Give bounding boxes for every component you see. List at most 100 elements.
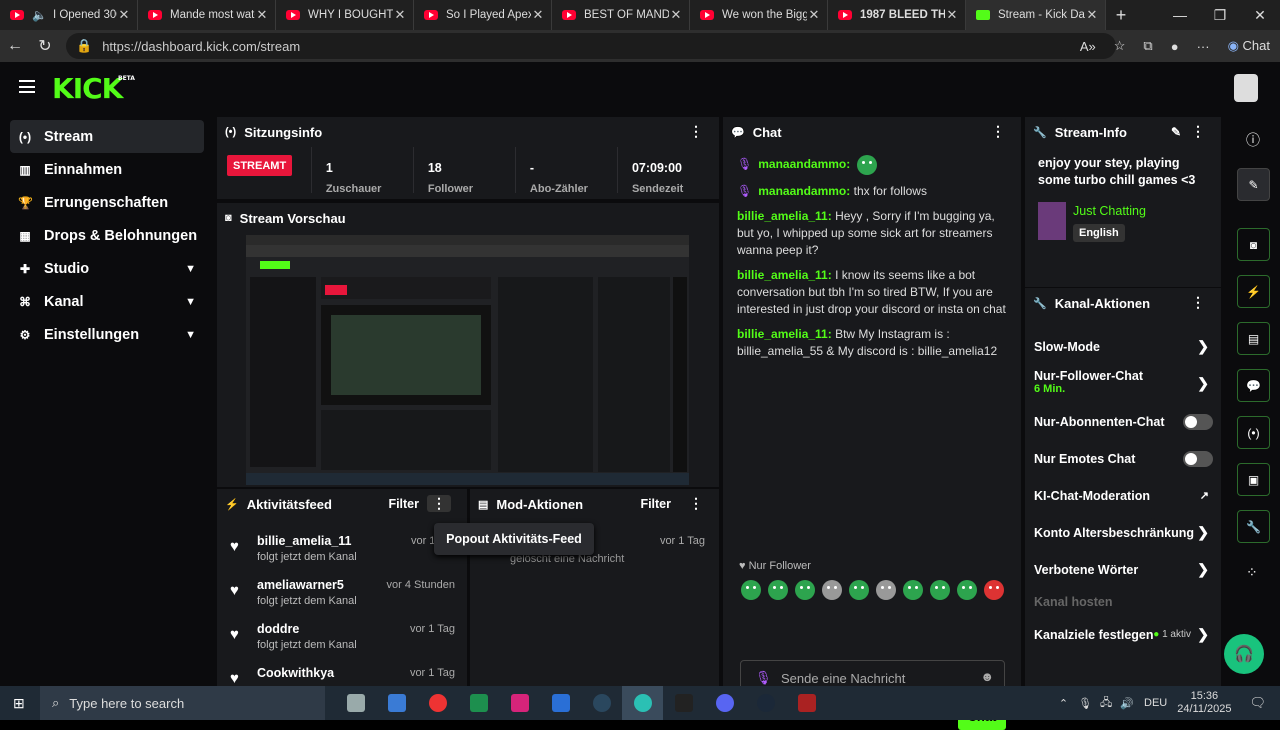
list-item[interactable]: ♥ ameliawarner5 folgt jetzt dem Kanal vor 4…	[217, 571, 467, 615]
steam-icon[interactable]	[745, 686, 786, 720]
emote-icon[interactable]	[848, 580, 869, 600]
filter-button[interactable]: Filter	[388, 497, 419, 511]
favorite-star-icon[interactable]: ☆	[1114, 38, 1126, 54]
close-window-icon[interactable]: ✕	[1240, 0, 1280, 30]
taskbar-search[interactable]: ⌕ Type here to search	[40, 686, 325, 720]
more-options-icon[interactable]: ⋮	[427, 495, 451, 512]
document-icon[interactable]: ▤	[1237, 322, 1270, 355]
read-aloud-icon[interactable]: A»	[1080, 39, 1096, 54]
sidebar-item-einnahmen[interactable]: ▥ Einnahmen	[10, 153, 204, 186]
chat-username[interactable]: manaandammo:	[758, 157, 850, 171]
steam-icon[interactable]	[581, 686, 622, 720]
category-link[interactable]: Just Chatting	[1073, 204, 1146, 218]
chat-username[interactable]: billie_amelia_11:	[737, 209, 832, 223]
spreadsheet-icon[interactable]	[458, 686, 499, 720]
language-indicator[interactable]: DEU	[1144, 697, 1167, 709]
emoji-icon[interactable]: ☻	[980, 669, 994, 684]
bolt-icon[interactable]: ⚡	[1237, 275, 1270, 308]
mail-icon[interactable]	[540, 686, 581, 720]
sidebar-item-kanal[interactable]: ⌘ Kanal ▼	[10, 285, 204, 318]
more-options-icon[interactable]: ⋮	[689, 495, 703, 512]
emote-icon[interactable]	[794, 580, 815, 600]
sidebar-item-stream[interactable]: (•) Stream	[10, 120, 204, 153]
emote-icon[interactable]	[902, 580, 923, 600]
follower-chat-row[interactable]: Nur-Follower-Chat 6 Min. ❯	[1025, 365, 1221, 403]
speaker-icon[interactable]: 🔈	[32, 8, 47, 22]
video-icon[interactable]: ▣	[1237, 463, 1270, 496]
minimize-icon[interactable]: —	[1160, 0, 1200, 30]
profile-icon[interactable]: ●	[1171, 39, 1179, 54]
list-item[interactable]: ♥ Cookwithkya vor 1 Tag	[217, 659, 467, 686]
chat-bubble-icon[interactable]: 💬	[1237, 369, 1270, 402]
more-options-icon[interactable]: ⋮	[1191, 123, 1205, 140]
more-options-icon[interactable]: ⋮	[689, 123, 703, 140]
close-tab-icon[interactable]: ✕	[807, 7, 821, 23]
popout-tooltip[interactable]: Popout Aktivitäts-Feed	[434, 523, 594, 555]
browser-tab[interactable]: So I Played Apex Le✕	[414, 0, 552, 30]
browser-tab-active[interactable]: Stream - Kick Dashb✕	[966, 0, 1106, 30]
sidebar-item-errungenschaften[interactable]: 🏆 Errungenschaften	[10, 186, 204, 219]
mic-icon[interactable]: 🎙	[1078, 697, 1092, 710]
chat-username[interactable]: billie_amelia_11:	[737, 327, 832, 341]
edge-icon[interactable]	[622, 686, 663, 720]
more-options-icon[interactable]: ⋮	[1191, 294, 1205, 311]
clock[interactable]: 15:36 24/11/2025	[1177, 690, 1231, 716]
task-view-icon[interactable]	[335, 686, 376, 720]
close-tab-icon[interactable]: ✕	[255, 7, 269, 23]
network-icon[interactable]: 🖧	[1100, 694, 1112, 713]
more-icon[interactable]: ···	[1197, 39, 1210, 54]
info-icon[interactable]: ⓘ	[1246, 130, 1260, 150]
back-icon[interactable]: ←	[0, 37, 30, 55]
close-tab-icon[interactable]: ✕	[117, 7, 131, 23]
browser-tab[interactable]: 1987 BLEED THE C✕	[828, 0, 966, 30]
emote-icon[interactable]	[767, 580, 788, 600]
avatar[interactable]	[1234, 74, 1258, 102]
close-tab-icon[interactable]: ✕	[393, 7, 407, 23]
subscriber-chat-toggle[interactable]	[1183, 413, 1213, 430]
edit-pencil-icon[interactable]: ✎	[1237, 168, 1270, 201]
emote-icon[interactable]	[929, 580, 950, 600]
reload-icon[interactable]: ↻	[30, 36, 60, 56]
browser-tab[interactable]: WHY I BOUGHT TH✕	[276, 0, 414, 30]
epic-games-icon[interactable]	[663, 686, 704, 720]
emote-icon[interactable]	[875, 580, 896, 600]
broadcast-icon[interactable]: (•)	[1237, 416, 1270, 449]
emote-chat-toggle[interactable]	[1183, 450, 1213, 467]
list-item[interactable]: ♥ doddre folgt jetzt dem Kanal vor 1 Tag	[217, 615, 467, 659]
sidebar-item-studio[interactable]: ✚ Studio ▼	[10, 252, 204, 285]
maximize-icon[interactable]: ❐	[1200, 0, 1240, 30]
chevron-up-icon[interactable]: ⌃	[1059, 697, 1068, 710]
browser-tab[interactable]: We won the Bigges✕	[690, 0, 828, 30]
discord-icon[interactable]	[704, 686, 745, 720]
channel-goals-row[interactable]: Kanalziele festlegen ● 1 aktiv ❯	[1025, 616, 1221, 653]
emote-icon[interactable]	[821, 580, 842, 600]
chat-username[interactable]: billie_amelia_11:	[737, 268, 832, 282]
instagram-icon[interactable]	[499, 686, 540, 720]
list-item[interactable]: ♥ billie_amelia_11 folgt jetzt dem Kanal vo…	[217, 527, 467, 571]
volume-icon[interactable]: 🔊	[1120, 697, 1134, 710]
sidebar-item-drops[interactable]: ▦ Drops & Belohnungen	[10, 219, 204, 252]
url-field[interactable]: 🔒 https://dashboard.kick.com/stream	[66, 33, 1116, 59]
kick-logo[interactable]: KICK BETA	[52, 72, 135, 105]
more-options-icon[interactable]: ⋮	[991, 123, 1005, 140]
slow-mode-row[interactable]: Slow-Mode ❯	[1025, 328, 1221, 365]
chat-username[interactable]: manaandammo:	[758, 184, 850, 198]
filter-button[interactable]: Filter	[640, 497, 671, 511]
emote-icon[interactable]	[956, 580, 977, 600]
banned-words-row[interactable]: Verbotene Wörter ❯	[1025, 551, 1221, 588]
menu-icon[interactable]	[19, 80, 35, 93]
dota-icon[interactable]	[786, 686, 827, 720]
extensions-icon[interactable]: ⧉	[1143, 38, 1152, 54]
chrome-icon[interactable]	[417, 686, 458, 720]
ai-moderation-row[interactable]: KI-Chat-Moderation ↗	[1025, 477, 1221, 514]
edit-pencil-icon[interactable]: ✎	[1171, 125, 1181, 139]
copilot-button[interactable]: ◉ Chat	[1228, 38, 1270, 54]
close-tab-icon[interactable]: ✕	[531, 7, 545, 23]
age-restriction-row[interactable]: Konto Altersbeschränkung ❯	[1025, 514, 1221, 551]
notifications-icon[interactable]: 🗨	[1249, 695, 1266, 711]
windows-start-icon[interactable]: ⊞	[13, 695, 25, 712]
emote-icon[interactable]	[983, 580, 1004, 600]
kick-cube-icon[interactable]: ⁘	[1246, 564, 1258, 581]
camera-icon[interactable]: ◙	[1237, 228, 1270, 261]
support-button[interactable]: 🎧	[1224, 634, 1264, 674]
